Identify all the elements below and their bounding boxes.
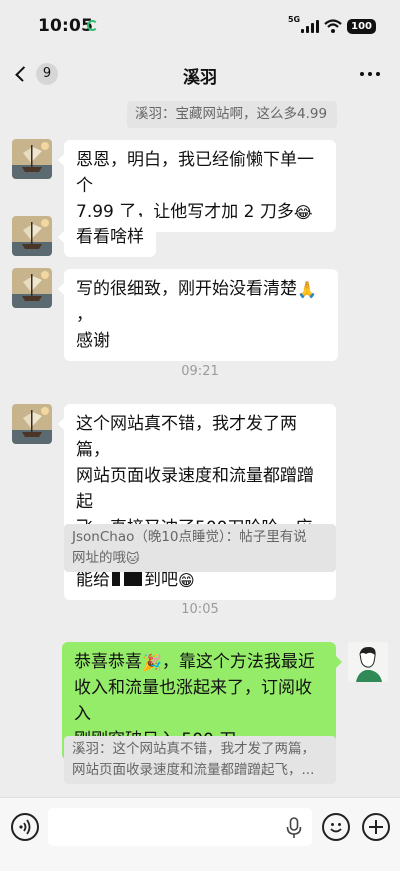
chat-title: 溪羽 [183,68,217,88]
more-dots-icon [360,72,364,76]
message-text-line: 网站页面收录速度和流量都蹭蹭起 [76,466,314,512]
message-text-line: 恭喜恭喜🎉，靠这个方法我最近 [74,652,315,672]
voice-wave-icon [19,819,31,835]
cat-emoji-icon: 🐱 [126,552,140,567]
sketch-avatar-icon [348,642,388,682]
quote-text-line: JsonChao（晚10点睡觉）：帖子里有说 [72,529,307,545]
message-text-line: 写的很细致，刚开始没看清楚🙏， [76,279,317,325]
quoted-message[interactable]: JsonChao（晚10点睡觉）：帖子里有说 网址的哦🐱 [64,524,336,572]
timestamp: 10:05 [181,602,219,617]
ship-avatar-icon [12,268,52,308]
message-text-line: 收入和流量也涨起来了，订阅收入 [74,678,312,724]
wifi-icon [324,19,342,33]
grinning-emoji-icon: 😁 [178,571,195,590]
chat-messages[interactable]: 溪羽：宝藏网站啊，这么多4.99 恩恩，明白，我已经偷懒下单一个 7.99 了，… [0,96,400,797]
quote-text-line: 网站页面收录速度和流量都蹭蹭起飞，... [72,762,315,778]
input-bar [0,797,400,871]
emoji-button[interactable] [322,813,350,841]
sync-icon [87,20,98,31]
timestamp: 09:21 [181,364,219,379]
network-type: 5G [287,15,301,24]
quoted-message[interactable]: 溪羽：宝藏网站啊，这么多4.99 [127,101,337,128]
avatar[interactable] [12,216,52,256]
status-indicators: 5G 100 [287,15,376,35]
quote-text-line: 溪羽：这个网站真不错，我才发了两篇， [72,741,315,757]
message-bubble[interactable]: 写的很细致，刚开始没看清楚🙏， 感谢 [58,269,338,361]
ship-avatar-icon [12,139,52,179]
more-options-button[interactable] [360,72,380,76]
battery-indicator: 100 [347,18,376,34]
ship-avatar-icon [12,404,52,444]
avatar[interactable] [12,404,52,444]
quoted-message[interactable]: 溪羽：这个网站真不错，我才发了两篇， 网站页面收录速度和流量都蹭蹭起飞，... [64,736,336,784]
microphone-icon[interactable] [286,817,302,839]
my-avatar[interactable] [348,642,388,682]
praying-hands-emoji-icon: 🙏 [297,280,317,299]
more-functions-button[interactable] [362,813,390,841]
smiley-face-icon [330,823,342,833]
party-popper-emoji-icon: 🎉 [142,653,162,672]
plus-icon [369,820,383,834]
message-text-line: 感谢 [76,331,110,351]
status-bar: 10:05 5G 100 [0,0,400,50]
laughing-emoji-icon: 😂 [293,203,313,222]
message-text: 看看啥样 [76,227,144,247]
signal-icon [301,19,320,33]
avatar[interactable] [12,139,52,179]
message-input[interactable] [48,808,312,846]
message-bubble[interactable]: 看看啥样 [58,217,156,257]
status-time: 10:05 [38,16,94,36]
quote-text-line: 网址的哦🐱 [72,550,140,567]
chat-header: 9 溪羽 [0,50,400,96]
voice-mode-button[interactable] [11,813,39,841]
message-text-line: 恩恩，明白，我已经偷懒下单一个 [76,150,314,196]
redacted-block [112,572,142,586]
avatar[interactable] [12,268,52,308]
ship-avatar-icon [12,216,52,256]
message-text-line: 这个网站真不错，我才发了两篇， [76,414,297,460]
quote-text: 溪羽：宝藏网站啊，这么多4.99 [135,106,328,122]
